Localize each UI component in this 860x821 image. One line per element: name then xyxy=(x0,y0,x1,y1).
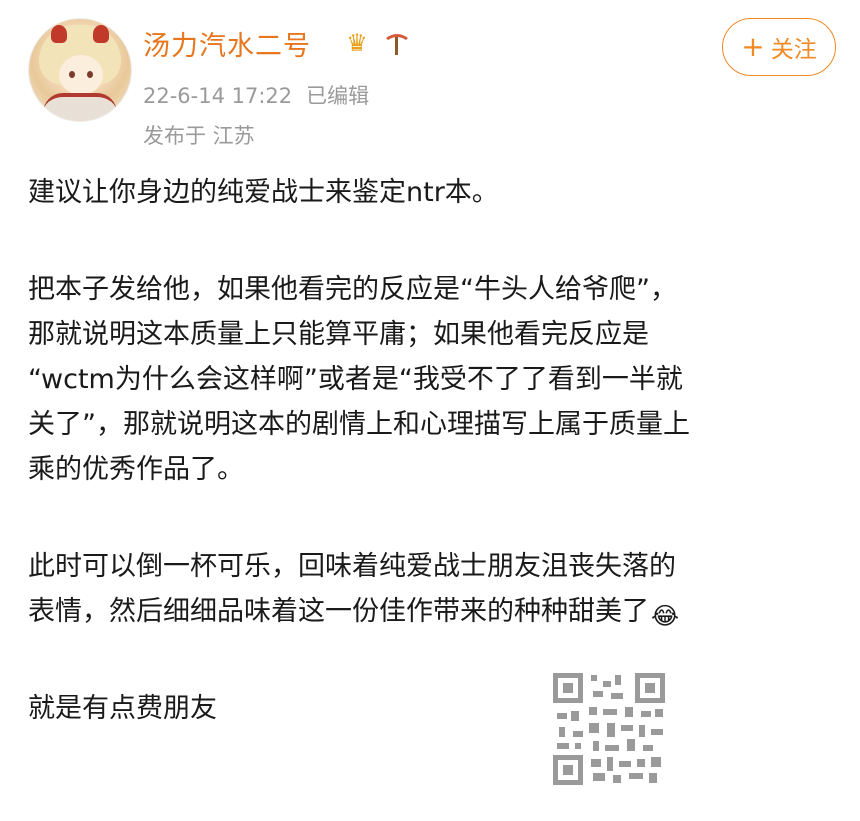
paragraph-3-line-2-text: 表情，然后细细品味着这一份佳作带来的种种甜美了 xyxy=(28,596,649,627)
user-avatar[interactable] xyxy=(28,18,132,122)
post-timestamp: 22-6-14 17:22 xyxy=(143,84,293,108)
paragraph-2-line-5: 乘的优秀作品了。 xyxy=(28,454,244,485)
plus-icon: + xyxy=(741,30,765,63)
qr-code-icon xyxy=(553,673,665,785)
post-meta: 22-6-14 17:22 已编辑 xyxy=(143,80,369,110)
post-content: 建议让你身边的纯爱战士来鉴定ntr本。 把本子发给他，如果他看完的反应是“牛头人… xyxy=(28,170,828,731)
paragraph-2-line-4: 关了”，那就说明这本的剧情上和心理描写上属于质量上 xyxy=(28,409,690,440)
follow-button[interactable]: + 关注 xyxy=(722,18,836,76)
username[interactable]: 汤力汽水二号 xyxy=(143,24,311,63)
crown-badge-icon[interactable]: ♛ xyxy=(342,28,372,58)
pickaxe-badge-icon[interactable] xyxy=(382,28,412,58)
laughing-tears-emoji-icon: 😂 xyxy=(651,602,680,630)
paragraph-4: 就是有点费朋友 xyxy=(28,693,217,724)
paragraph-2-line-1: 把本子发给他，如果他看完的反应是“牛头人给爷爬”， xyxy=(28,274,677,305)
paragraph-2-line-2: 那就说明这本质量上只能算平庸；如果他看完反应是 xyxy=(28,319,649,350)
paragraph-1: 建议让你身边的纯爱战士来鉴定ntr本。 xyxy=(28,177,499,208)
post-header: 汤力汽水二号 ♛ 22-6-14 17:22 已编辑 发布于 江苏 + 关注 xyxy=(0,0,860,160)
paragraph-3-line-1: 此时可以倒一杯可乐，回味着纯爱战士朋友沮丧失落的 xyxy=(28,551,676,582)
post-location: 发布于 江苏 xyxy=(143,124,255,148)
follow-label: 关注 xyxy=(770,37,817,63)
paragraph-3-line-2: 表情，然后细细品味着这一份佳作带来的种种甜美了😂 xyxy=(28,589,828,634)
edited-label[interactable]: 已编辑 xyxy=(306,84,369,108)
paragraph-2-line-3: “wctm为什么会这样啊”或者是“我受不了了看到一半就 xyxy=(28,364,683,395)
